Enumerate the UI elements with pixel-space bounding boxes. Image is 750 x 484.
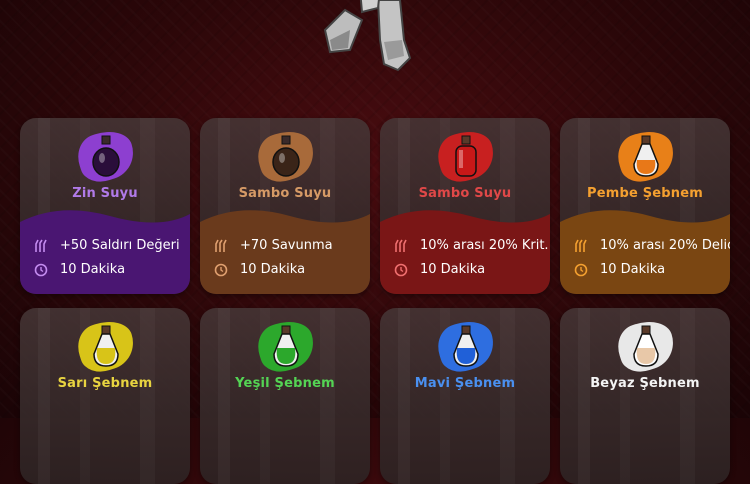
- character-legs-image: [323, 0, 412, 72]
- potion-card-beyaz-sebnem[interactable]: Beyaz Şebnem: [560, 308, 730, 484]
- potion-card-sambo-suyu-red[interactable]: Sambo Suyu 10% arası 20% Krit. 10 Dakika: [380, 118, 550, 294]
- duration-row: 10 Dakika: [574, 262, 730, 277]
- potion-card-sambo-suyu[interactable]: Sambo Suyu +70 Savunma 10 Dakika: [200, 118, 370, 294]
- stat-text: 10% arası 20% Krit.: [420, 238, 549, 253]
- potion-name: Sarı Şebnem: [57, 376, 153, 391]
- duration-text: 10 Dakika: [420, 262, 486, 277]
- stat-row: +70 Savunma: [214, 238, 370, 253]
- claw-icon: [395, 239, 407, 252]
- duration-text: 10 Dakika: [240, 262, 306, 277]
- potion-card-pembe-sebnem[interactable]: Pembe Şebnem 10% arası 20% Delici 10 Dak…: [560, 118, 730, 294]
- potion-bottle-icon: [272, 135, 300, 177]
- potion-name: Zin Suyu: [72, 186, 138, 201]
- potion-bottle-icon: [273, 325, 299, 367]
- claw-icon: [215, 239, 227, 252]
- stat-row: +50 Saldırı Değeri: [34, 238, 190, 253]
- potion-bottle-icon: [455, 135, 477, 177]
- stat-text: 10% arası 20% Delici: [600, 238, 730, 253]
- potion-card-yesil-sebnem[interactable]: Yeşil Şebnem: [200, 308, 370, 484]
- duration-text: 10 Dakika: [600, 262, 666, 277]
- clock-icon: [34, 263, 48, 276]
- duration-row: 10 Dakika: [214, 262, 370, 277]
- potion-name: Sambo Suyu: [418, 186, 512, 201]
- duration-row: 10 Dakika: [394, 262, 550, 277]
- stat-row: 10% arası 20% Krit.: [394, 238, 550, 253]
- clock-icon: [214, 263, 228, 276]
- potion-card-zin-suyu[interactable]: Zin Suyu +50 Saldırı Değeri 10 Dakika: [20, 118, 190, 294]
- potion-name: Yeşil Şebnem: [235, 376, 335, 391]
- claw-icon: [575, 239, 587, 252]
- potion-card-sari-sebnem[interactable]: Sarı Şebnem: [20, 308, 190, 484]
- potion-name: Pembe Şebnem: [586, 186, 704, 201]
- clock-icon: [394, 263, 408, 276]
- stat-row: 10% arası 20% Delici: [574, 238, 730, 253]
- potion-bottle-icon: [633, 325, 659, 367]
- potion-bottle-icon: [633, 135, 659, 177]
- duration-row: 10 Dakika: [34, 262, 190, 277]
- potion-card-mavi-sebnem[interactable]: Mavi Şebnem: [380, 308, 550, 484]
- potion-bottle-icon: [453, 325, 479, 367]
- duration-text: 10 Dakika: [60, 262, 126, 277]
- stat-text: +70 Savunma: [240, 238, 333, 253]
- potion-name: Sambo Suyu: [238, 186, 332, 201]
- potion-bottle-icon: [93, 325, 119, 367]
- potion-name: Beyaz Şebnem: [590, 376, 700, 391]
- clock-icon: [574, 263, 588, 276]
- claw-icon: [35, 239, 47, 252]
- stat-text: +50 Saldırı Değeri: [60, 238, 180, 253]
- potion-bottle-icon: [92, 135, 120, 177]
- potion-name: Mavi Şebnem: [414, 376, 516, 391]
